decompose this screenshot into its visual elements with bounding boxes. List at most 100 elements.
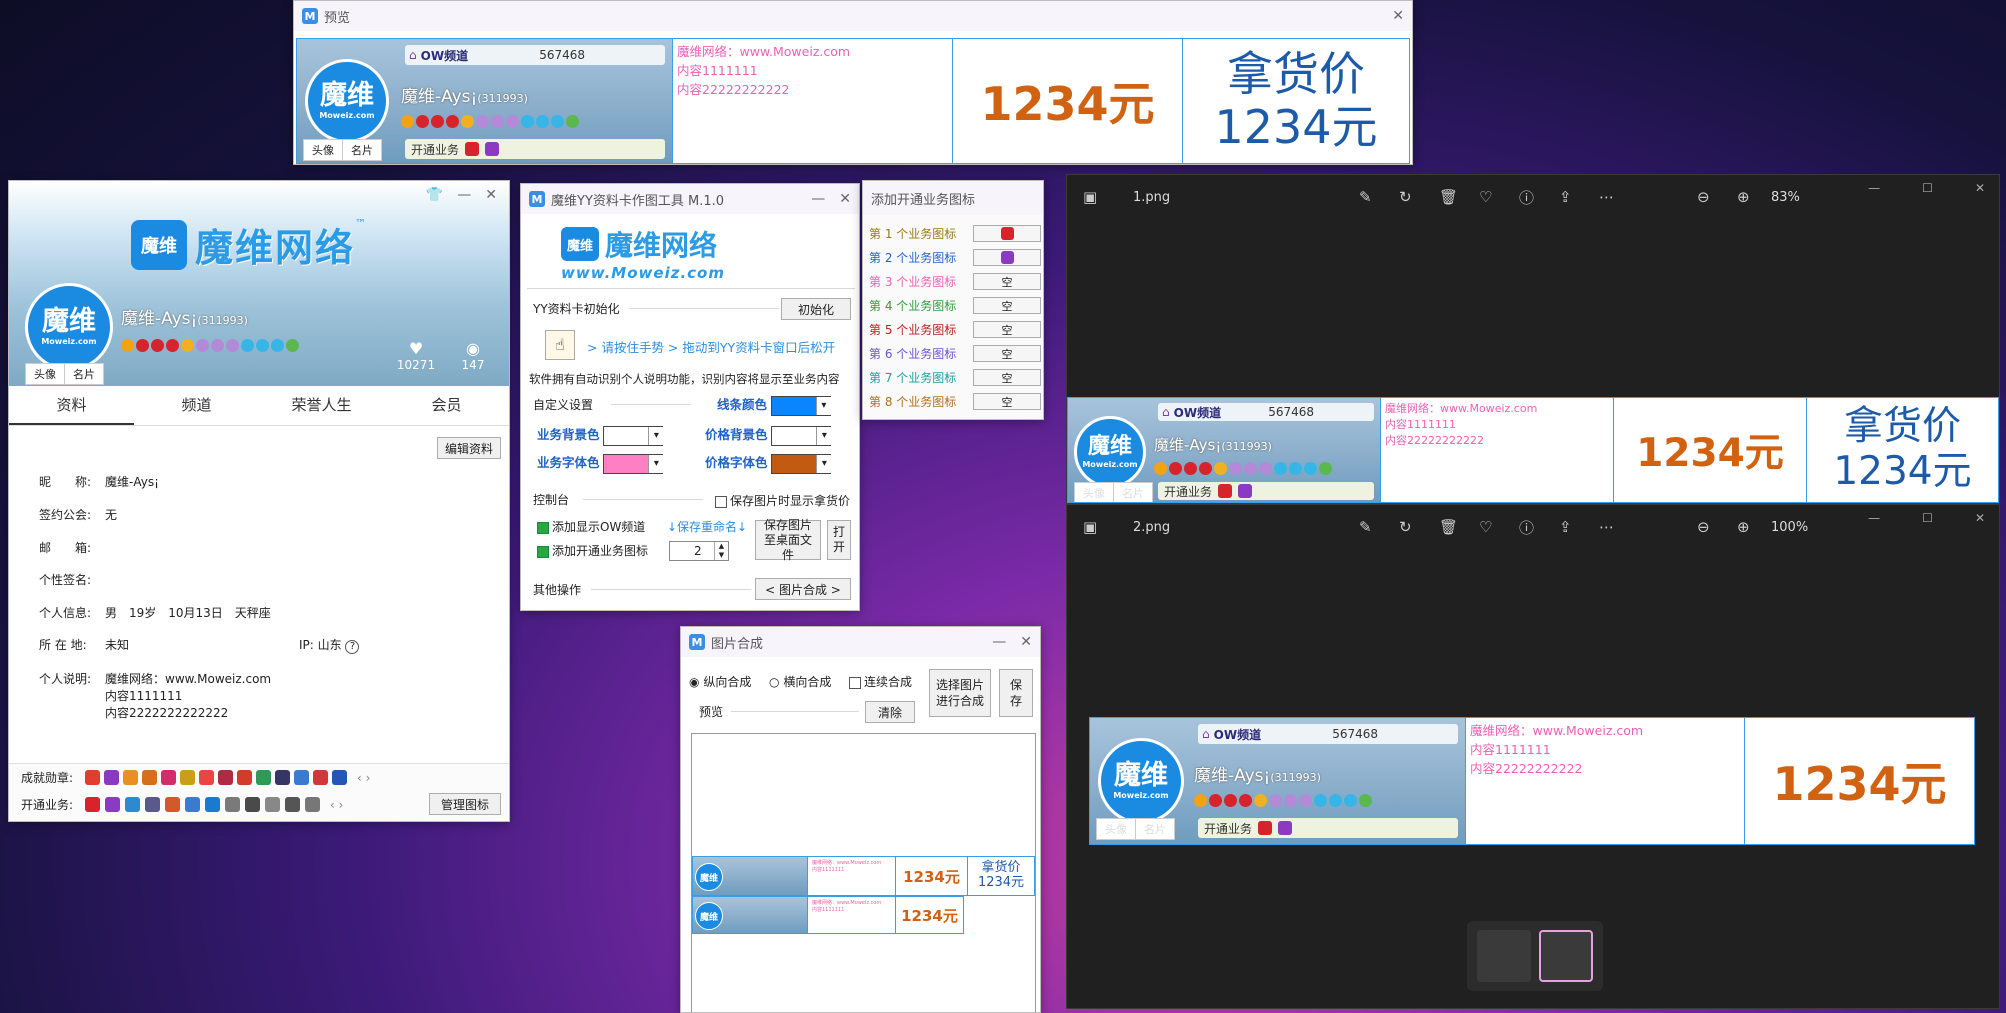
medal-icon[interactable]: [332, 770, 348, 785]
zoom-in-icon[interactable]: ⊕: [1737, 188, 1750, 206]
biz-icon[interactable]: [85, 797, 101, 812]
close-icon[interactable]: ✕: [1975, 511, 1985, 525]
favorite-icon[interactable]: ♡: [1479, 518, 1492, 536]
medal-icon[interactable]: [85, 770, 101, 785]
thumbnail-2[interactable]: [1539, 930, 1593, 982]
save-show-price-checkbox[interactable]: 保存图片时显示拿货价: [715, 492, 850, 509]
manage-icons-button[interactable]: 管理图标: [429, 793, 501, 815]
medal-icon[interactable]: [142, 770, 158, 785]
medal-icon[interactable]: [237, 770, 253, 785]
service-icon-button[interactable]: 空: [973, 273, 1041, 290]
save-rename-link[interactable]: ↓保存重命名↓: [667, 518, 747, 535]
edit-profile-button[interactable]: 编辑资料: [437, 437, 501, 459]
add-ow-checkbox[interactable]: 添加显示OW频道: [537, 518, 645, 535]
biz-icon[interactable]: [285, 797, 301, 812]
biz-icon[interactable]: [245, 797, 261, 812]
medal-icon[interactable]: [199, 770, 215, 785]
tab-info[interactable]: 资料: [9, 386, 134, 425]
thumbnail-1[interactable]: [1477, 930, 1531, 982]
tab-honor[interactable]: 荣誉人生: [259, 386, 384, 425]
save-to-desktop-button[interactable]: 保存图片至桌面文件: [755, 518, 821, 562]
biz-bg-picker[interactable]: [603, 425, 664, 446]
medal-icon[interactable]: [161, 770, 177, 785]
zoom-in-icon[interactable]: ⊕: [1737, 518, 1750, 536]
price-font-picker[interactable]: [771, 453, 832, 474]
biz-icon[interactable]: [205, 797, 221, 812]
likes[interactable]: ♥ 10271: [391, 339, 441, 372]
biz-icon[interactable]: [125, 797, 141, 812]
clear-button[interactable]: 清除: [865, 701, 915, 723]
init-button[interactable]: 初始化: [781, 298, 851, 320]
price-bg-picker[interactable]: [771, 425, 832, 446]
biz-icon[interactable]: [225, 797, 241, 812]
close-icon[interactable]: ✕: [1392, 8, 1404, 24]
shirt-icon[interactable]: 👕: [426, 187, 443, 203]
service-icon-button[interactable]: [973, 225, 1041, 242]
maximize-icon[interactable]: ☐: [1922, 511, 1933, 525]
edit-icon[interactable]: ✎: [1359, 518, 1372, 536]
vertical-radio[interactable]: ◉ 纵向合成: [689, 673, 751, 690]
card-button[interactable]: 名片: [343, 140, 381, 160]
maximize-icon[interactable]: ☐: [1922, 181, 1933, 195]
continuous-checkbox[interactable]: 连续合成: [849, 673, 912, 690]
share-icon[interactable]: ⇪: [1559, 188, 1572, 206]
close-icon[interactable]: ✕: [839, 191, 851, 207]
favorite-icon[interactable]: ♡: [1479, 188, 1492, 206]
line-color-picker[interactable]: [770, 395, 831, 416]
medal-icon[interactable]: [218, 770, 234, 785]
service-icon-button[interactable]: 空: [973, 321, 1041, 338]
count-stepper[interactable]: 2 ▲ ▼: [669, 541, 729, 561]
tab-member[interactable]: 会员: [384, 386, 509, 425]
horizontal-radio[interactable]: ○ 横向合成: [769, 673, 831, 690]
avatar-button[interactable]: 头像: [26, 364, 65, 384]
open-button[interactable]: 打开: [827, 520, 851, 560]
info-icon[interactable]: ⓘ: [1519, 187, 1534, 208]
avatar-button[interactable]: 头像: [304, 140, 343, 160]
tab-channel[interactable]: 频道: [134, 386, 259, 425]
medal-icon[interactable]: [313, 770, 329, 785]
biz-icon[interactable]: [185, 797, 201, 812]
service-icon-button[interactable]: 空: [973, 345, 1041, 362]
service-icon-button[interactable]: 空: [973, 369, 1041, 386]
scroll-arrows-icon[interactable]: ‹ ›: [330, 798, 343, 812]
minimize-icon[interactable]: —: [1868, 181, 1880, 195]
card-button[interactable]: 名片: [65, 364, 103, 384]
medal-icon[interactable]: [104, 770, 120, 785]
more-icon[interactable]: ⋯: [1599, 518, 1614, 536]
minimize-icon[interactable]: —: [992, 634, 1006, 650]
gesture-drag-icon[interactable]: ☝: [545, 330, 575, 360]
select-compose-button[interactable]: 选择图片进行合成: [929, 669, 991, 717]
more-icon[interactable]: ⋯: [1599, 188, 1614, 206]
service-icon-button[interactable]: [973, 249, 1041, 266]
biz-icon[interactable]: [145, 797, 161, 812]
service-icon-button[interactable]: 空: [973, 297, 1041, 314]
rotate-icon[interactable]: ↻: [1399, 188, 1412, 206]
save-compose-button[interactable]: 保存: [999, 669, 1033, 717]
help-icon[interactable]: ?: [345, 640, 360, 654]
scroll-arrows-icon[interactable]: ‹ ›: [357, 771, 370, 785]
service-icon-button[interactable]: 空: [973, 393, 1041, 410]
zoom-out-icon[interactable]: ⊖: [1697, 518, 1710, 536]
medal-icon[interactable]: [180, 770, 196, 785]
medal-icon[interactable]: [256, 770, 272, 785]
zoom-out-icon[interactable]: ⊖: [1697, 188, 1710, 206]
medal-icon[interactable]: [123, 770, 139, 785]
biz-font-picker[interactable]: [603, 453, 664, 474]
biz-icon[interactable]: [165, 797, 181, 812]
biz-icon[interactable]: [265, 797, 281, 812]
minimize-icon[interactable]: —: [457, 187, 471, 203]
medal-icon[interactable]: [275, 770, 291, 785]
medal-icon[interactable]: [294, 770, 310, 785]
rotate-icon[interactable]: ↻: [1399, 518, 1412, 536]
minimize-icon[interactable]: —: [1868, 511, 1880, 525]
delete-icon[interactable]: 🗑: [1439, 188, 1458, 206]
delete-icon[interactable]: 🗑: [1439, 518, 1458, 536]
biz-icon[interactable]: [305, 797, 321, 812]
close-icon[interactable]: ✕: [1020, 634, 1032, 650]
info-icon[interactable]: ⓘ: [1519, 517, 1534, 538]
share-icon[interactable]: ⇪: [1559, 518, 1572, 536]
close-icon[interactable]: ✕: [1975, 181, 1985, 195]
edit-icon[interactable]: ✎: [1359, 188, 1372, 206]
biz-icon[interactable]: [105, 797, 121, 812]
minimize-icon[interactable]: —: [811, 191, 825, 207]
